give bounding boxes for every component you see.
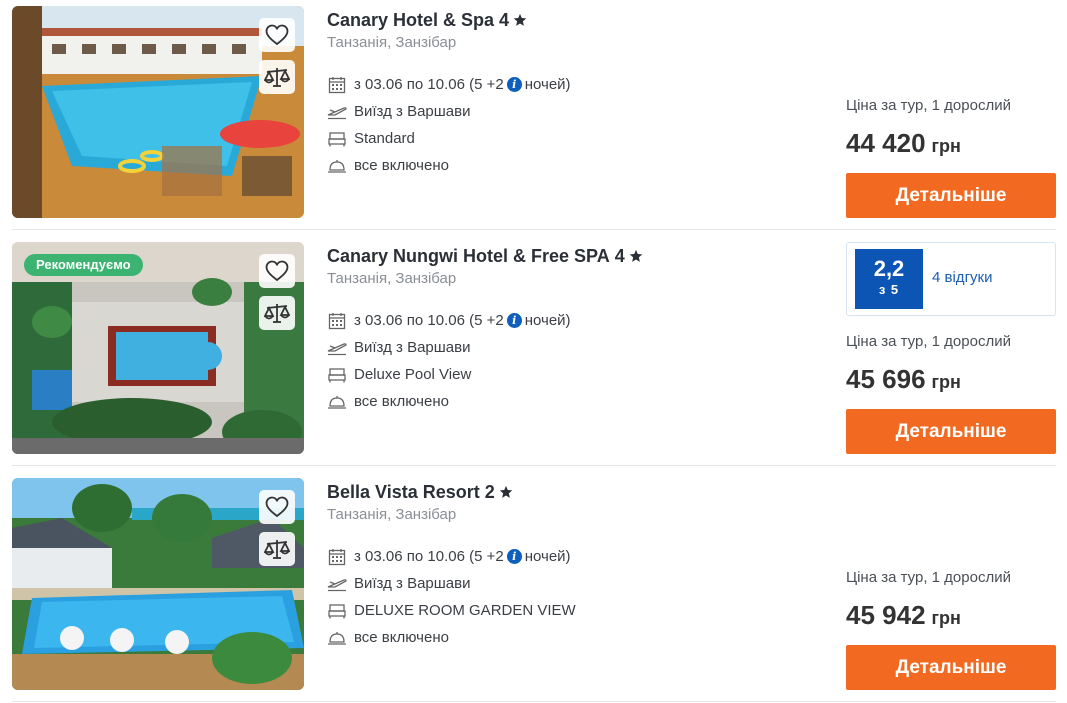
room-text: Standard [354,130,415,147]
hotel-stars: 4 [499,9,510,30]
price: 45 696 грн [846,364,961,395]
price-value: 45 942 [846,600,926,630]
recommended-badge: Рекомендуємо [24,254,143,276]
departure-text: Виїзд з Варшави [354,103,471,120]
dates-text: з 03.06 по 10.06 (5 +2 [354,312,504,329]
hotel-location: Танзанія, Занзібар [327,34,457,51]
price-label: Ціна за тур, 1 дорослий [846,97,1011,114]
details-button[interactable]: Детальніше [846,409,1056,454]
dates-text: з 03.06 по 10.06 (5 +2 [354,76,504,93]
star-icon [629,249,643,263]
price-value: 44 420 [846,128,926,158]
star-icon [513,13,527,27]
hotel-name[interactable]: Canary Nungwi Hotel & Free SPA [327,246,610,267]
dates-text: з 03.06 по 10.06 (5 +2 [354,548,504,565]
bed-icon [327,129,347,149]
heart-icon [265,260,289,282]
nights-text: ночей) [524,548,571,565]
price-currency: грн [931,608,961,628]
hotel-location: Танзанія, Занзібар [327,506,457,523]
favorite-button[interactable] [259,18,295,52]
nights-text: ночей) [524,312,571,329]
rating-box: 2,2 з 5 4 відгуки [846,242,1056,316]
bed-icon [327,365,347,385]
hotel-info: Bella Vista Resort 2 Танзанія, Занзібар … [327,478,827,651]
info-icon[interactable]: i [506,77,522,92]
meal-row: все включено [327,388,827,415]
room-row: Deluxe Pool View [327,361,827,388]
hotel-name[interactable]: Canary Hotel & Spa [327,10,494,31]
price-value: 45 696 [846,364,926,394]
bed-icon [327,601,347,621]
calendar-icon [327,75,347,95]
meal-row: все включено [327,152,827,179]
compare-button[interactable] [259,60,295,94]
room-row: Standard [327,125,827,152]
details-button[interactable]: Детальніше [846,173,1056,218]
plane-icon [327,574,347,594]
compare-button[interactable] [259,296,295,330]
hotel-location: Танзанія, Занзібар [327,270,457,287]
price-currency: грн [931,372,961,392]
cloche-icon [327,628,347,648]
departure-text: Виїзд з Варшави [354,339,471,356]
meal-row: все включено [327,624,827,651]
meal-text: все включено [354,629,449,646]
hotel-info: Canary Nungwi Hotel & Free SPA 4 Танзані… [327,242,827,415]
hotel-stars: 2 [484,481,495,502]
cloche-icon [327,156,347,176]
info-icon[interactable]: i [506,549,522,564]
hotel-card: Bella Vista Resort 2 Танзанія, Занзібар … [12,478,1056,690]
divider [12,701,1056,702]
hotel-card: Рекомендуємо Canary Nungwi Hotel & Free … [12,242,1056,454]
calendar-icon [327,547,347,567]
room-text: Deluxe Pool View [354,366,472,383]
scales-icon [264,540,290,559]
favorite-button[interactable] [259,490,295,524]
hotel-card: Canary Hotel & Spa 4 Танзанія, Занзібар … [12,6,1056,218]
heart-icon [265,496,289,518]
favorite-button[interactable] [259,254,295,288]
dates-row: з 03.06 по 10.06 (5 +2 i ночей) [327,71,827,98]
plane-icon [327,102,347,122]
room-row: DELUXE ROOM GARDEN VIEW [327,597,827,624]
price-label: Ціна за тур, 1 дорослий [846,333,1011,350]
rating-score: 2,2 з 5 [855,249,923,309]
price-currency: грн [931,136,961,156]
price: 45 942 грн [846,600,961,631]
scales-icon [264,304,290,323]
cloche-icon [327,392,347,412]
departure-row: Виїзд з Варшави [327,98,827,125]
room-text: DELUXE ROOM GARDEN VIEW [354,602,576,619]
hotel-name[interactable]: Bella Vista Resort [327,482,480,503]
departure-row: Виїзд з Варшави [327,570,827,597]
calendar-icon [327,311,347,331]
dates-row: з 03.06 по 10.06 (5 +2 i ночей) [327,543,827,570]
info-icon[interactable]: i [506,313,522,328]
hotel-stars: 4 [614,245,625,266]
heart-icon [265,24,289,46]
departure-row: Виїзд з Варшави [327,334,827,361]
hotel-info: Canary Hotel & Spa 4 Танзанія, Занзібар … [327,6,827,179]
compare-button[interactable] [259,532,295,566]
price-label: Ціна за тур, 1 дорослий [846,569,1011,586]
meal-text: все включено [354,157,449,174]
price: 44 420 грн [846,128,961,159]
details-button[interactable]: Детальніше [846,645,1056,690]
rating-scale: з 5 [878,282,900,297]
nights-text: ночей) [524,76,571,93]
dates-row: з 03.06 по 10.06 (5 +2 i ночей) [327,307,827,334]
reviews-link[interactable]: 4 відгуки [932,269,992,286]
rating-value: 2,2 [873,256,905,281]
departure-text: Виїзд з Варшави [354,575,471,592]
divider [12,229,1056,230]
divider [12,465,1056,466]
plane-icon [327,338,347,358]
scales-icon [264,68,290,87]
meal-text: все включено [354,393,449,410]
star-icon [499,485,513,499]
